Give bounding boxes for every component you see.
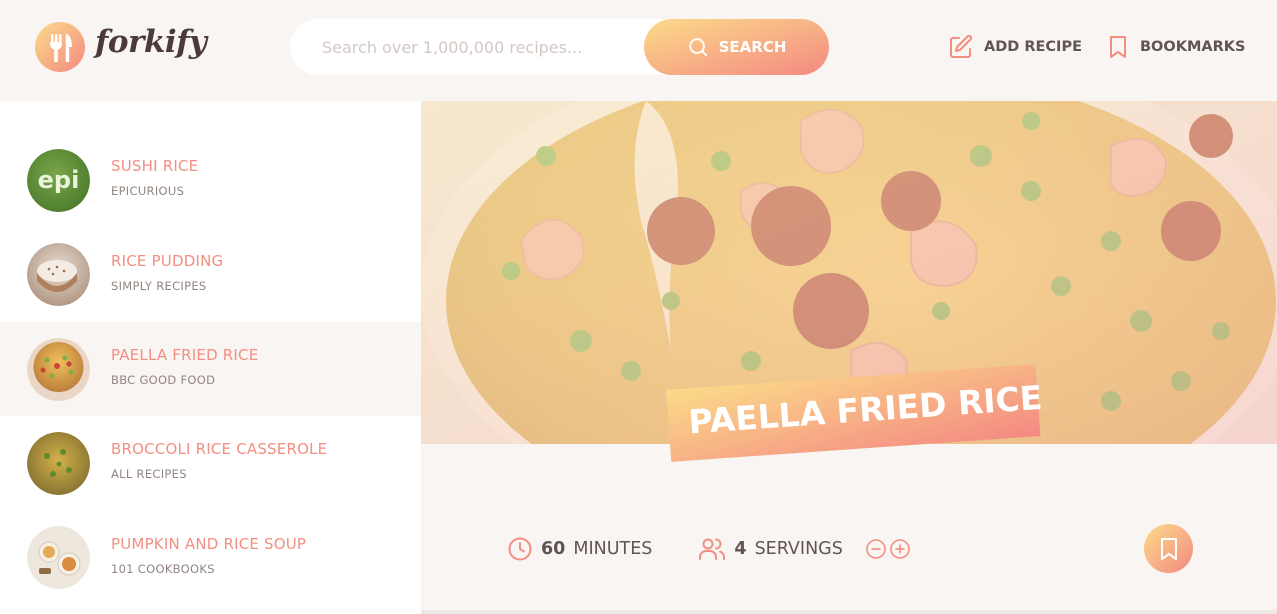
fork-knife-icon — [35, 22, 85, 72]
recipe-thumbnail — [27, 432, 90, 495]
edit-icon — [950, 34, 973, 58]
bookmark-icon — [1160, 537, 1177, 560]
search-icon — [688, 38, 707, 57]
cooking-time-value: 60 — [541, 539, 566, 559]
result-publisher: Simply Recipes — [111, 279, 207, 293]
search-button[interactable]: Search — [644, 19, 829, 75]
servings-value: 4 — [734, 539, 747, 559]
search-button-label: Search — [718, 38, 787, 56]
recipe-view: Paella Fried Rice 60 minutes 4 servings — [421, 101, 1277, 614]
result-title: Sushi Rice — [111, 157, 199, 175]
header: forkify Search Add recipe Bookmarks — [0, 0, 1277, 101]
minus-circle-icon[interactable] — [865, 538, 887, 560]
recipe-thumbnail — [27, 526, 90, 589]
bookmark-icon — [1110, 36, 1126, 58]
result-item[interactable]: epi Sushi Rice Epicurious — [0, 133, 421, 227]
result-title: Pumpkin and Rice Soup — [111, 535, 307, 553]
result-item[interactable]: Rice Pudding Simply Recipes — [0, 228, 421, 322]
result-publisher: 101 Cookbooks — [111, 562, 215, 576]
thumb-text: epi — [38, 166, 80, 194]
recipe-thumbnail — [27, 243, 90, 306]
search-input[interactable] — [322, 19, 642, 75]
search-form: Search — [290, 19, 829, 75]
recipe-thumbnail: epi — [27, 149, 90, 212]
clock-icon — [508, 537, 532, 561]
result-publisher: All Recipes — [111, 467, 187, 481]
result-publisher: Epicurious — [111, 184, 185, 198]
add-recipe-label: Add recipe — [984, 39, 1082, 55]
servings-unit: servings — [754, 539, 843, 559]
servings: 4 servings — [698, 536, 910, 562]
cooking-time-unit: minutes — [573, 539, 653, 559]
plus-circle-icon[interactable] — [889, 538, 911, 560]
search-results: epi Sushi Rice Epicurious Rice Pudding S… — [0, 101, 421, 614]
bookmark-recipe-button[interactable] — [1144, 524, 1193, 573]
result-item-active[interactable]: Paella Fried Rice BBC Good Food — [0, 322, 421, 416]
result-title: Rice Pudding — [111, 252, 224, 270]
recipe-thumbnail — [27, 338, 90, 401]
add-recipe-button[interactable]: Add recipe — [948, 33, 1082, 61]
cooking-time: 60 minutes — [507, 536, 652, 562]
divider — [421, 610, 1277, 614]
logo[interactable]: forkify — [35, 22, 207, 74]
result-publisher: BBC Good Food — [111, 373, 216, 387]
logo-text: forkify — [95, 24, 207, 60]
users-icon — [699, 538, 726, 560]
recipe-details: 60 minutes 4 servings — [507, 534, 911, 564]
result-title: Paella Fried Rice — [111, 346, 259, 364]
servings-controls — [865, 538, 911, 560]
result-item[interactable]: Pumpkin and Rice Soup 101 Cookbooks — [0, 511, 421, 605]
bookmarks-button[interactable]: Bookmarks — [1106, 33, 1245, 61]
result-item[interactable]: Broccoli Rice Casserole All Recipes — [0, 416, 421, 510]
bookmarks-label: Bookmarks — [1140, 39, 1246, 55]
result-title: Broccoli Rice Casserole — [111, 440, 328, 458]
